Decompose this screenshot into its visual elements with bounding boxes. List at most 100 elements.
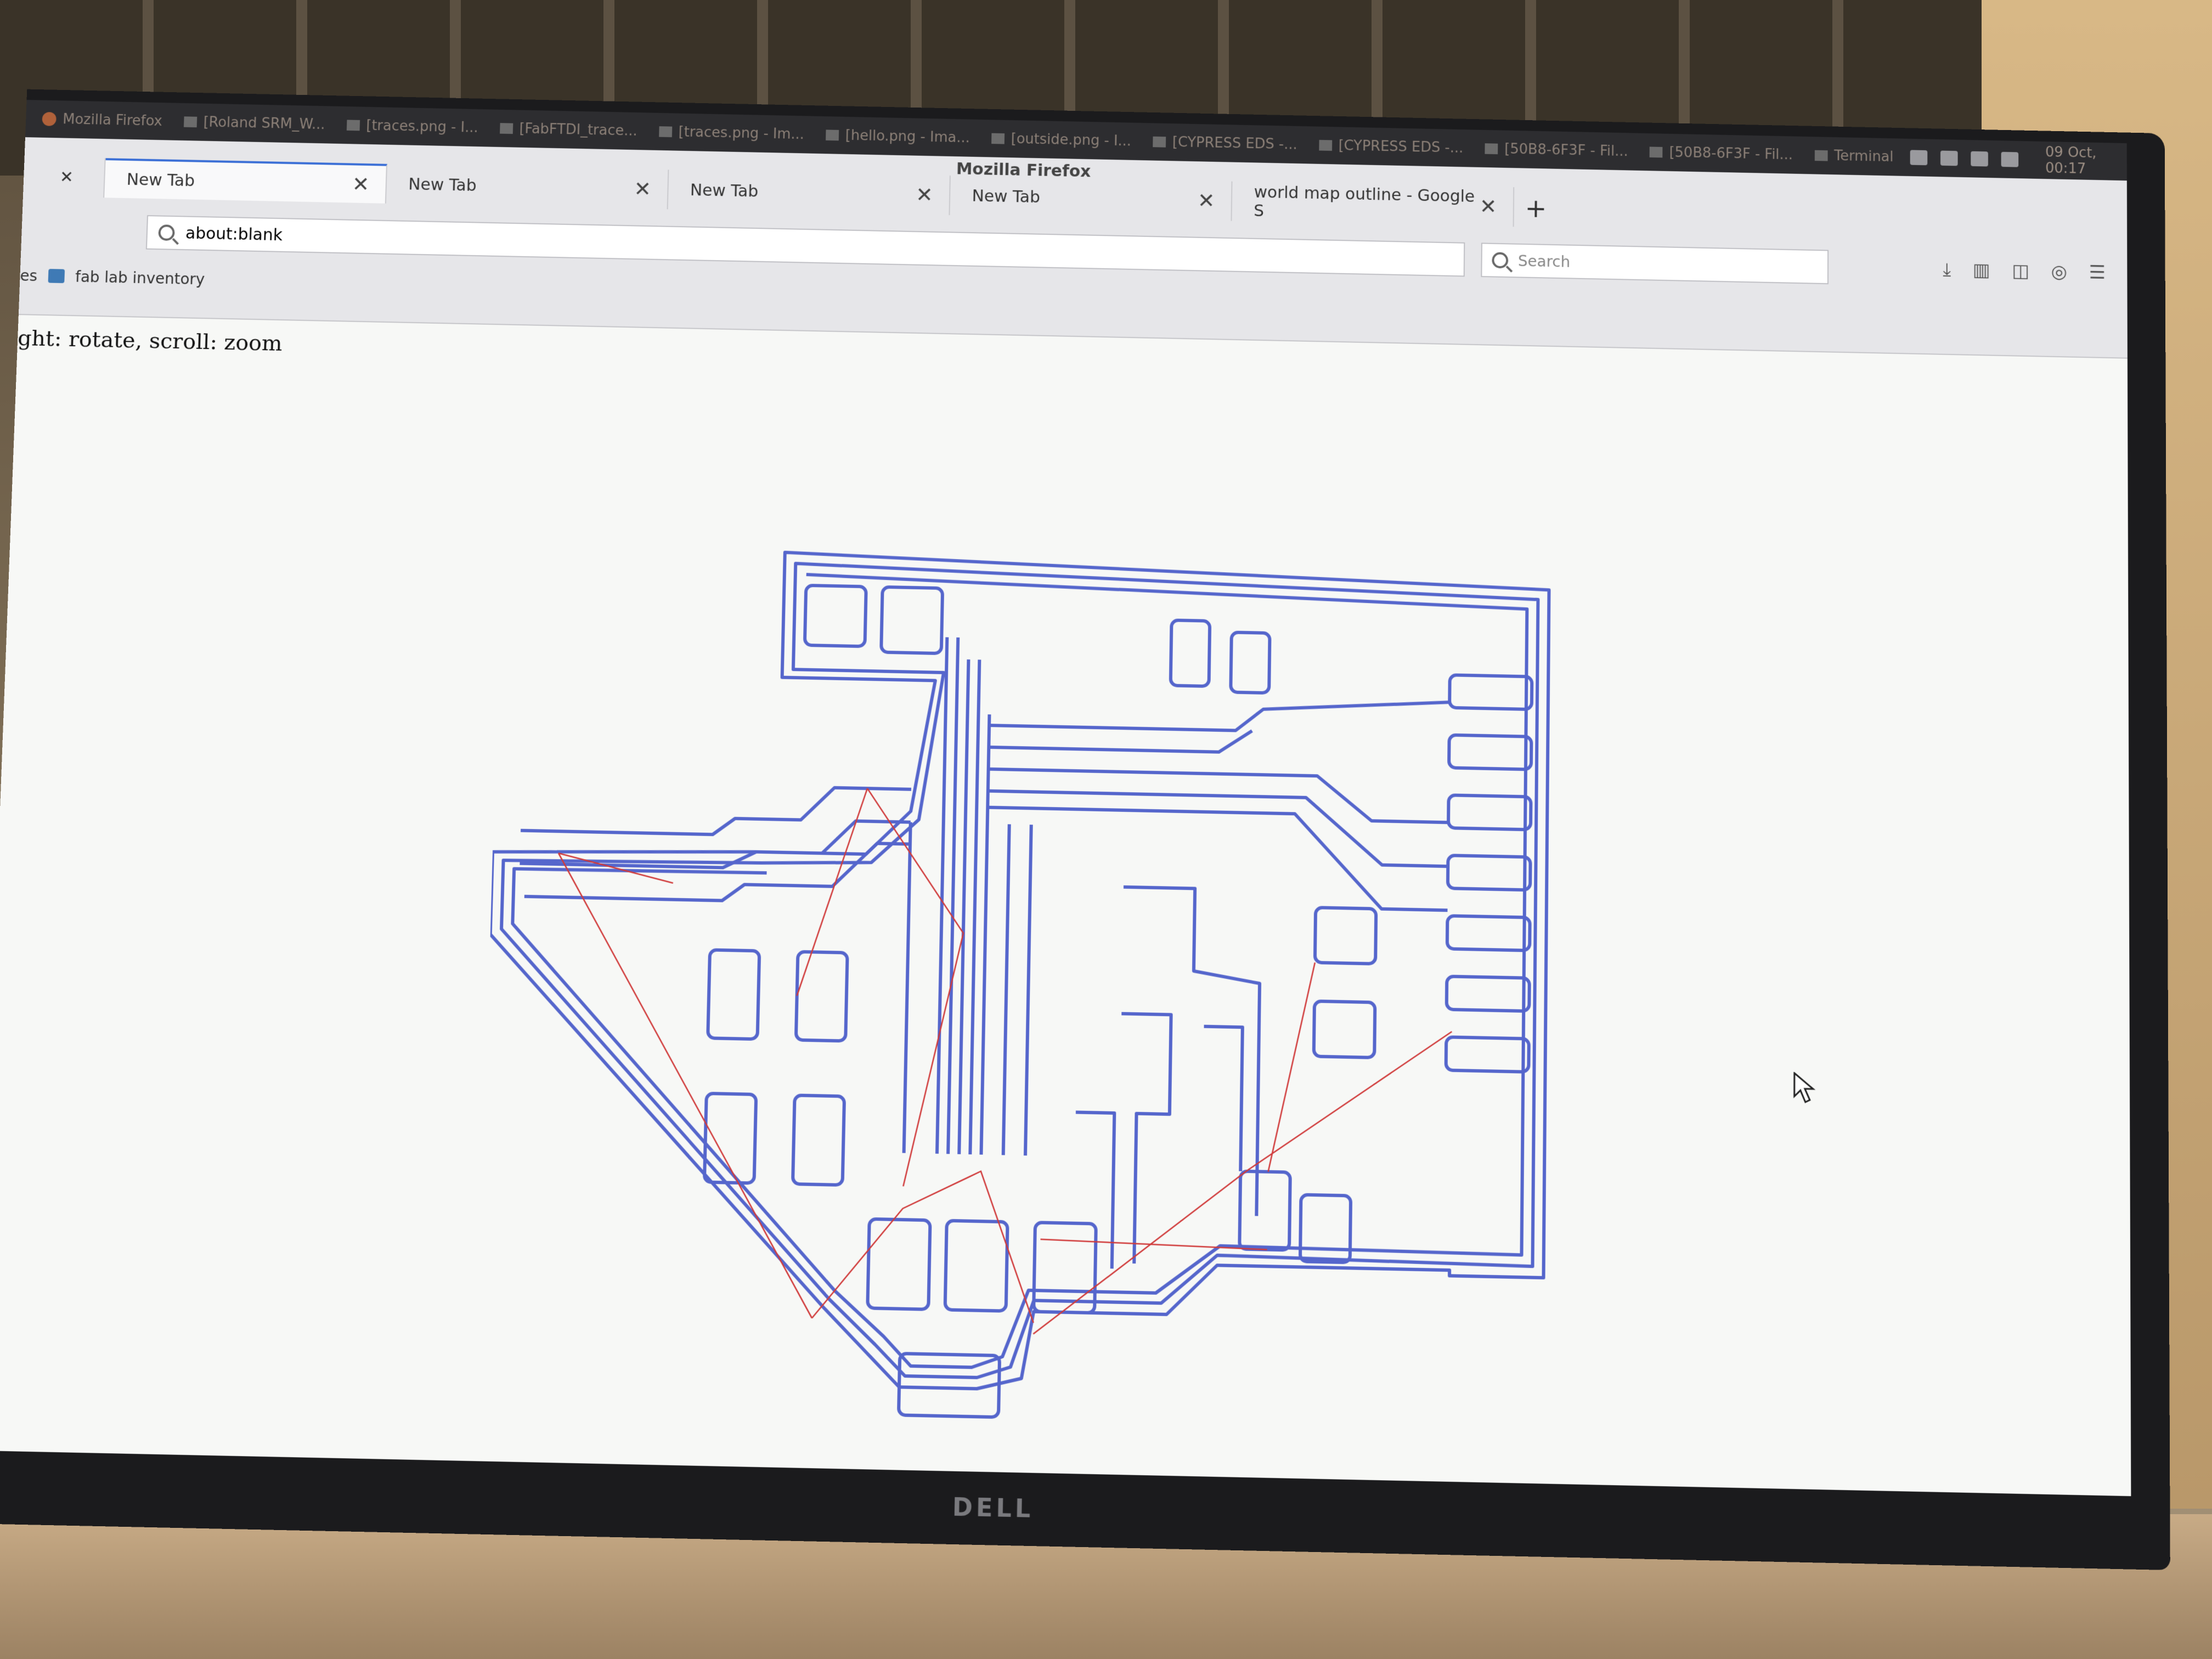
- trace: [1003, 824, 1009, 1155]
- trace: [989, 692, 1449, 735]
- browser-tab[interactable]: New Tab ✕: [104, 158, 387, 204]
- taskbar-item[interactable]: [CYPRESS EDS -...: [1153, 134, 1297, 153]
- sidebar-icon[interactable]: ◫: [2012, 260, 2029, 282]
- trace: [1202, 1026, 1243, 1171]
- pad: [1448, 855, 1531, 890]
- taskbar-item[interactable]: Terminal: [1814, 148, 1893, 165]
- taskbar-item[interactable]: [outside.png - I...: [991, 131, 1131, 149]
- taskbar-item[interactable]: [50B8-6F3F - Fil...: [1650, 144, 1793, 163]
- pad: [1231, 633, 1269, 693]
- trace: [959, 659, 968, 1154]
- folder-icon: [1650, 146, 1663, 157]
- toolpath-viewer[interactable]: [476, 325, 1594, 1475]
- bluetooth-icon[interactable]: [1940, 150, 1958, 166]
- pad: [793, 1095, 844, 1185]
- tab-label: New Tab: [408, 175, 477, 195]
- browser-tab[interactable]: New Tab ✕: [950, 176, 1232, 221]
- taskbar-item-label: [outside.png - I...: [1011, 131, 1132, 150]
- taskbar-item[interactable]: [FabFTDI_trace...: [500, 120, 638, 139]
- pad: [867, 1219, 930, 1310]
- mail-icon[interactable]: [2001, 152, 2018, 167]
- close-tab-button[interactable]: ✕: [23, 156, 106, 198]
- folder-icon: [1153, 137, 1166, 148]
- menu-icon[interactable]: ☰: [2089, 262, 2106, 284]
- pad: [708, 950, 759, 1039]
- trace: [948, 637, 958, 1154]
- close-icon[interactable]: ✕: [634, 177, 652, 201]
- viewer-hint: ght: rotate, scroll: zoom: [17, 326, 283, 356]
- window-icon: [347, 120, 360, 131]
- trace: [981, 714, 989, 1154]
- clock[interactable]: 09 Oct, 00:17: [2045, 144, 2105, 178]
- taskbar-item-label: [50B8-6F3F - Fil...: [1504, 141, 1628, 160]
- close-icon[interactable]: ✕: [1198, 189, 1215, 213]
- search-bar[interactable]: Search: [1481, 242, 1829, 284]
- pad: [1446, 1037, 1529, 1072]
- close-icon[interactable]: ✕: [1480, 195, 1497, 219]
- window-icon: [659, 126, 672, 137]
- download-icon[interactable]: ⤓: [1943, 259, 1951, 280]
- taskbar-item[interactable]: [traces.png - I...: [346, 117, 478, 136]
- sync-icon[interactable]: ◎: [2051, 261, 2067, 283]
- taskbar-item[interactable]: [traces.png - Im...: [659, 123, 804, 143]
- browser-tab[interactable]: New Tab ✕: [668, 170, 951, 215]
- bookmark-item-cut[interactable]: es: [20, 267, 38, 285]
- taskbar-item-label: [CYPRESS EDS -...: [1338, 138, 1463, 156]
- rapid-move: [546, 853, 822, 1318]
- taskbar-item-label: [Roland SRM_W...: [203, 114, 325, 133]
- taskbar-item-label: [CYPRESS EDS -...: [1172, 134, 1297, 153]
- pad: [1448, 795, 1531, 830]
- folder-icon: [1319, 140, 1332, 151]
- taskbar-item[interactable]: [hello.png - Ima...: [826, 127, 970, 146]
- trace-outline-inner2: [500, 568, 1527, 1379]
- pad: [1315, 907, 1376, 964]
- pad: [1300, 1195, 1351, 1263]
- trace: [970, 659, 979, 1154]
- pad: [1314, 1001, 1375, 1058]
- transfer-icon[interactable]: [1971, 151, 1988, 167]
- pad: [881, 587, 943, 653]
- pad: [1239, 1171, 1290, 1250]
- close-icon[interactable]: ✕: [916, 183, 933, 207]
- search-placeholder[interactable]: Search: [1518, 252, 1570, 270]
- system-tray: [1910, 150, 2018, 167]
- window-icon: [500, 123, 513, 134]
- pad: [1449, 675, 1532, 709]
- url-text[interactable]: about:blank: [185, 224, 283, 245]
- taskbar-item[interactable]: [Roland SRM_W...: [184, 114, 325, 132]
- taskbar-item[interactable]: [CYPRESS EDS -...: [1319, 137, 1463, 156]
- close-icon[interactable]: ✕: [352, 172, 370, 196]
- pad: [805, 585, 866, 646]
- pad: [1447, 916, 1530, 950]
- screen: Mozilla Firefox [Roland SRM_W... [traces.p…: [0, 100, 2131, 1496]
- tab-label: New Tab: [126, 170, 195, 190]
- taskbar-item[interactable]: Mozilla Firefox: [42, 111, 162, 129]
- trace: [1025, 825, 1031, 1155]
- browser-tab[interactable]: world map outline - Google S ✕: [1232, 182, 1514, 227]
- taskbar-item-label: [50B8-6F3F - Fil...: [1669, 144, 1793, 163]
- bookmark-icon: [48, 269, 65, 283]
- url-bar[interactable]: about:blank: [146, 215, 1465, 276]
- library-icon[interactable]: ▥: [1973, 259, 1990, 281]
- new-tab-button[interactable]: +: [1514, 193, 1558, 224]
- toolpath-traces: [477, 546, 1549, 1429]
- monitor: Mozilla Firefox [Roland SRM_W... [traces.p…: [0, 89, 2170, 1570]
- taskbar-item-label: Terminal: [1834, 148, 1894, 165]
- tab-label: New Tab: [972, 187, 1040, 207]
- tab-label: New Tab: [690, 180, 759, 201]
- pad: [1449, 735, 1531, 770]
- rapid-move: [1040, 1239, 1267, 1250]
- mouse-cursor: [1793, 1072, 1815, 1105]
- pad: [1171, 620, 1210, 686]
- taskbar-item-label: [traces.png - I...: [366, 117, 478, 136]
- toolbar-icons: ⤓ ▥ ◫ ◎ ☰: [1943, 259, 2105, 284]
- network-icon[interactable]: [1910, 150, 1927, 165]
- search-icon: [1492, 252, 1508, 268]
- search-icon: [158, 224, 175, 241]
- browser-tab[interactable]: New Tab ✕: [386, 164, 669, 210]
- taskbar-item[interactable]: [50B8-6F3F - Fil...: [1485, 140, 1628, 160]
- taskbar-item-label: [traces.png - Im...: [678, 124, 804, 143]
- bookmark-fab-lab-inventory[interactable]: fab lab inventory: [75, 268, 205, 288]
- trace-outline: [478, 546, 1549, 1401]
- rapid-move: [797, 787, 867, 997]
